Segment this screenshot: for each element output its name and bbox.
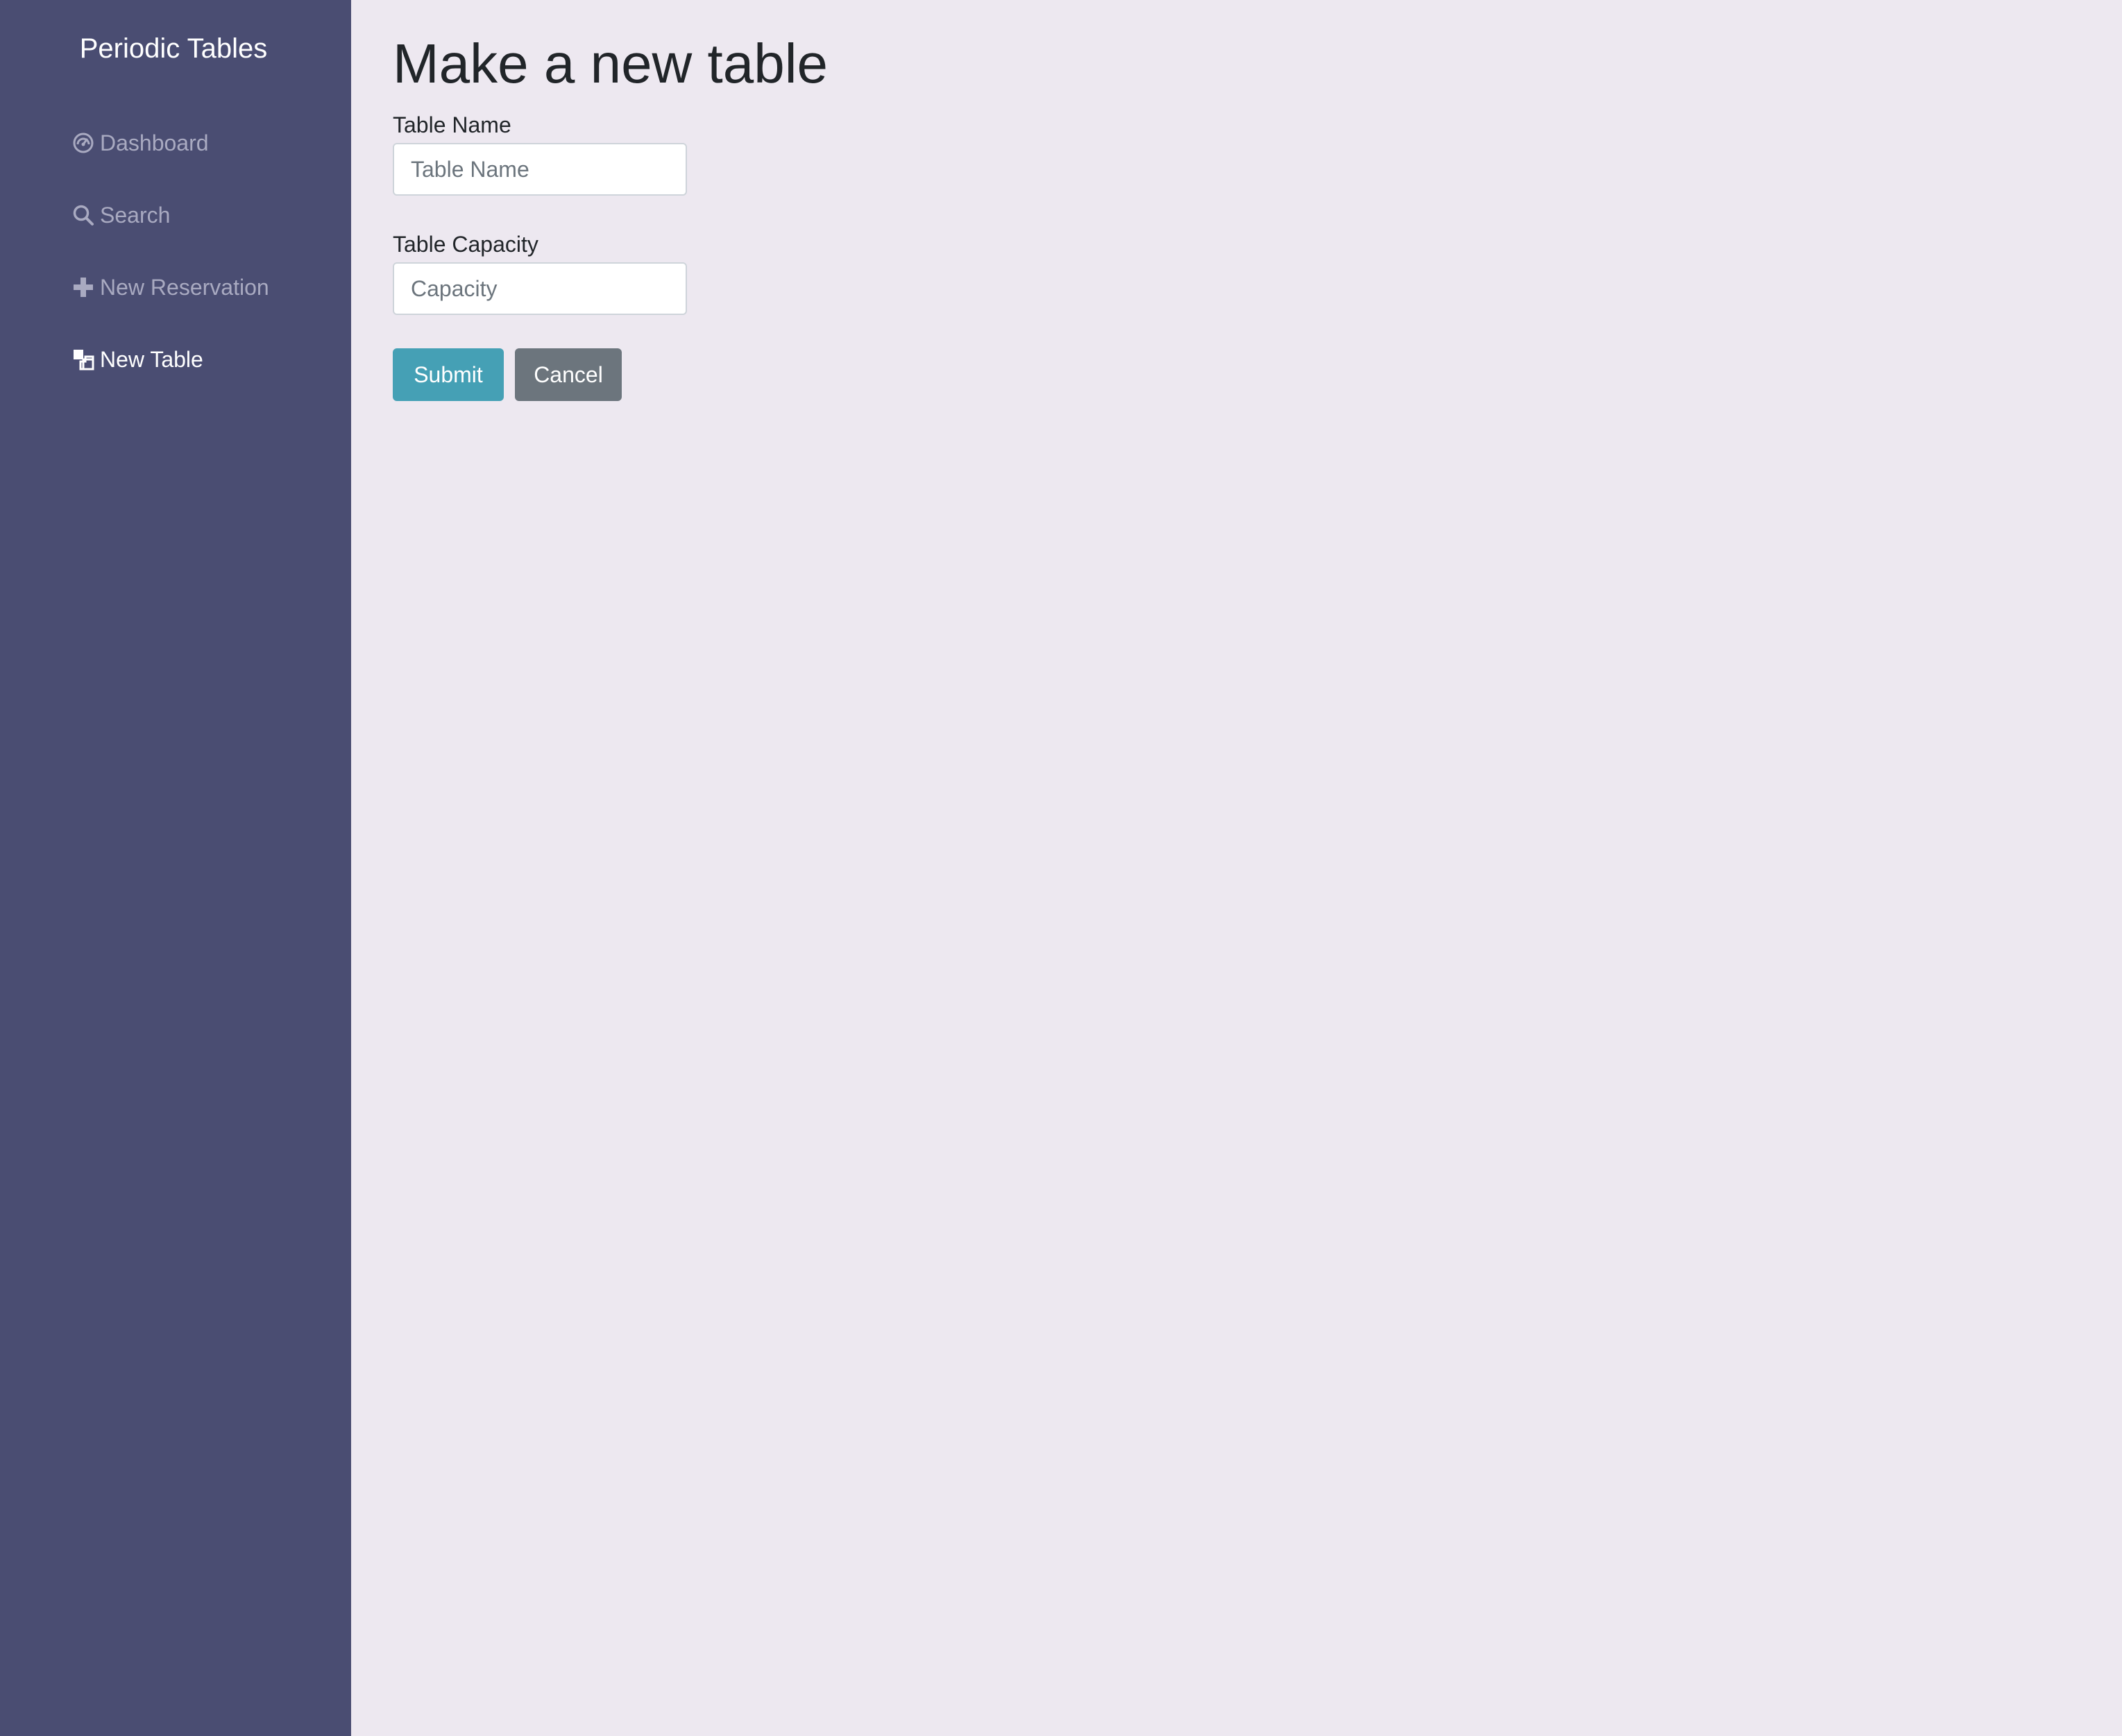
sidebar-item-label: Dashboard [100,130,209,155]
table-name-label: Table Name [393,112,511,137]
brand-title[interactable]: Periodic Tables [0,29,347,68]
sidebar-item-label: New Table [100,347,203,372]
submit-button[interactable]: Submit [393,348,504,401]
sidebar-item-new-table[interactable]: New Table [72,339,203,380]
sidebar-item-search[interactable]: Search [72,194,170,236]
sidebar-item-dashboard[interactable]: Dashboard [72,122,209,164]
table-name-input[interactable] [393,143,687,196]
table-capacity-label: Table Capacity [393,232,538,257]
dashboard-icon [72,132,94,154]
sidebar-item-label: Search [100,203,171,228]
cancel-button[interactable]: Cancel [515,348,622,401]
new-table-icon [72,348,94,371]
sidebar: Periodic Tables Dashboard Search New Res… [0,0,351,1736]
page-title: Make a new table [393,33,829,94]
sidebar-item-new-reservation[interactable]: New Reservation [72,266,269,308]
table-capacity-input[interactable] [393,262,687,315]
main-content: Make a new table Table Name Table Capaci… [351,0,2122,1736]
search-icon [72,204,94,226]
app-root: Periodic Tables Dashboard Search New Res… [0,0,2122,1736]
plus-icon [72,276,94,298]
sidebar-item-label: New Reservation [100,275,269,300]
